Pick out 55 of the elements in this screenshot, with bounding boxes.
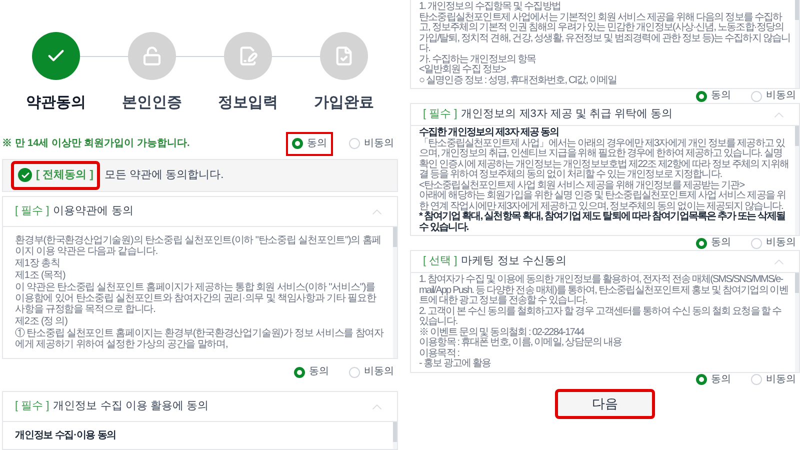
- terms-text: <일반회원 수집 정보>: [419, 65, 507, 76]
- required-tag: [ 필수 ]: [15, 398, 50, 415]
- terms-text: <탄소중립실천포인트제 사업 회원 서비스 제공을 위해 개인정보를 제공받는 기관>: [419, 180, 746, 190]
- radio-icon: [292, 138, 303, 149]
- terms-text: * 참여기업 확대, 실천항목 확대, 참여기업 제도 탈퇴에 따라 참여기업목록은 추가 또는 삭제될 수 있습니다.: [419, 212, 786, 233]
- terms-text: 개인정보 수집·이용 동의: [15, 430, 118, 441]
- terms-text: ① 탄소중립 실천포인트 홈페이지는 환경부(한국환경산업기술원)가 정보 서비스를 참여자에게 제공하기 위하여 설정한 가상의 공간을 말하며,: [15, 328, 385, 350]
- radio-option[interactable]: 동의: [290, 362, 333, 382]
- step-icon: [334, 46, 354, 66]
- scrollbar[interactable]: [393, 422, 397, 449]
- terms-text: 이 약관은 탄소중립 실천포인트 홈페이지가 제공하는 통합 회원 서비스(이하 "서비스")를 이용함에 있어 탄소중립 실천포인트와 참여자간의 권리·의무 및 책임사항과 기타 필요한 사항을 규정함을 목적으로 합니다.: [15, 282, 378, 315]
- terms-text: 환경부(한국환경산업기술원)의 탄소중립 실천포인트(이하 "탄소중립 실천포인트")의 홈페이지 이용 약관은 다음과 같습니다.: [15, 235, 382, 257]
- all-agree-text: 모든 약관에 동의합니다.: [104, 168, 224, 183]
- required-tag: [ 선택 ]: [423, 253, 458, 270]
- terms-text: 가. 수집하는 개인정보의 항목: [419, 54, 537, 64]
- radio-icon: [696, 374, 707, 385]
- radio-option[interactable]: 비동의: [747, 89, 800, 103]
- radio-option[interactable]: 비동의: [345, 362, 398, 382]
- required-tag: [ 필수 ]: [15, 203, 50, 220]
- radio-icon: [294, 366, 305, 378]
- panel-title: 개인정보 수집 이용 활용에 동의: [53, 399, 208, 414]
- step-label: 약관동의: [26, 93, 86, 113]
- radio-option[interactable]: 동의: [288, 134, 331, 154]
- radio-option[interactable]: 비동의: [747, 372, 800, 386]
- terms-text: 2. 고객이 본 수신 동의를 철회하고자 할 경우 고객센터를 통하여 수신 동의 철회 요청을 할 수 있습니다.: [419, 306, 782, 328]
- terms-text: 탄소중립실천포인트제 사업에서는 기본적인 회원 서비스 제공을 위해 다음의 정보를 수집하고, 정보주체의 기본적 인권 침해의 우려가 있는 민감한 개인정보(사상·신념, 노동조합·정당의 가입/탈퇴, 정치적 견해, 건강, 성생활, 유전정보 및 범죄경력에 관한 정보 등)는 수집하지 않습니다.: [419, 12, 791, 54]
- terms-text: 1. 개인정보의 수집항목 및 수집방법: [419, 2, 562, 12]
- terms-text: ○ 실명인증 정보 : 성명, 휴대전화번호, CI값, 이메일: [419, 76, 618, 86]
- radio-option[interactable]: 비동의: [747, 236, 800, 250]
- terms-text: ※ 이벤트 문의 및 동의철회 : 02-2284-1744: [419, 328, 586, 338]
- radio-option[interactable]: 동의: [692, 372, 735, 386]
- radio-option[interactable]: 비동의: [345, 134, 398, 154]
- step-label: 본인인증: [122, 93, 182, 113]
- radio-icon: [349, 138, 360, 149]
- next-button[interactable]: 다음: [555, 388, 655, 418]
- terms-text: - 홍보 광고에 활용: [419, 359, 492, 370]
- panel-title: 이용약관에 동의: [53, 204, 134, 220]
- terms-text: 「탄소중립실천포인트제 사업」에서는 아래의 경우에만 제3자에게 개인 정보를 제공하고 있으며, 개인정보의 취급, 인센티브 지급을 위해 필요한 경우에 한하여 제공하고 있습니다. 실명확인 인증시에 제공하는 개인정보는 개인정보보호법 제22조 제2항에 따라 정보 주체의 지위해결 등을 위하여 정보주체의 동의 없이 처리할 수 있는 개인정보로 지정합니다.: [419, 138, 790, 180]
- terms-text: 이용목적 :: [419, 348, 460, 358]
- terms-text: 아래에 해당하는 회원가입을 위한 실명 인증 및 탄소중립실천포인트제 사업 서비스 제공을 위한 연계 작업시에만 제3자에게 제공하고 있으며, 정보주체의 동의 없이는 제공되지 않습니다.: [419, 191, 786, 212]
- step-icon: [142, 46, 162, 66]
- radio-icon: [349, 366, 360, 378]
- step-label: 가입완료: [314, 93, 374, 113]
- step-icon: [238, 46, 258, 66]
- terms-text: 제2조 (정 의): [15, 316, 68, 327]
- terms-text: 제1조 (목적): [15, 270, 66, 281]
- terms-text: 수집한 개인정보의 제3자 제공 동의: [419, 128, 560, 138]
- panel-title: 마케팅 정보 수신동의: [461, 254, 566, 270]
- terms-text: 제1장 총칙: [15, 258, 61, 269]
- terms-text: 1. 참여자가 수집 및 이용에 동의한 개인정보를 활용하여, 전자적 전송 매체(SMS/SNS/MMS/e-mail/App Push. 등 다양한 전송 매체)를 통하여, 탄소중립실천포인트제 홍보 및 참여기업의 이벤트에 대한 광고 정보를 전송할 수 있습니다.: [419, 275, 789, 306]
- age-notice: ※ 만 14세 이상만 회원가입이 가능합니다.: [2, 137, 190, 151]
- step-label: 정보입력: [218, 93, 278, 113]
- terms-text: 이용항목 : 휴대폰 번호, 이름, 이메일, 상담문의 내용: [419, 338, 623, 348]
- panel-title: 개인정보의 제3자 제공 및 취급 위탁에 동의: [461, 107, 673, 122]
- required-tag: [ 필수 ]: [423, 106, 458, 123]
